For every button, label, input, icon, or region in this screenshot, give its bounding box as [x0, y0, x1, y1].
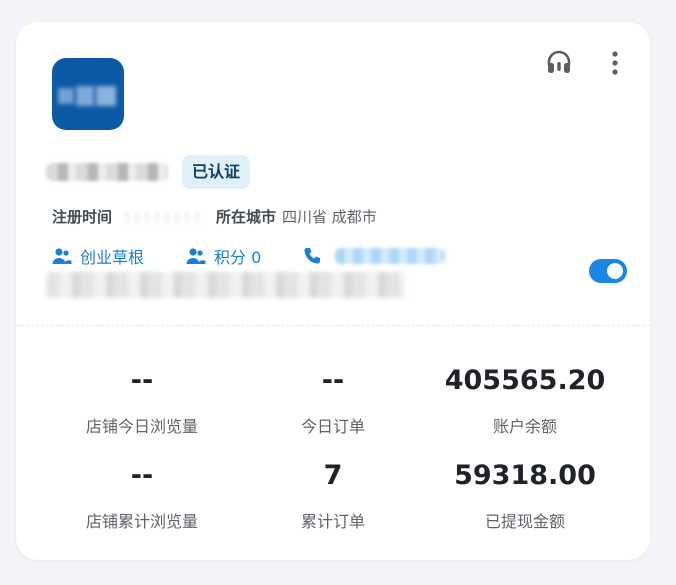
address-redacted	[46, 272, 406, 298]
stat-label: 累计订单	[300, 512, 365, 531]
stat-total-views: -- 店铺累计浏览量	[37, 458, 247, 532]
phone-icon	[304, 248, 321, 264]
verified-badge: 已认证	[182, 155, 251, 189]
stat-withdrawn: 59318.00 已提现金额	[420, 458, 630, 532]
tier-label: 创业草根	[80, 248, 145, 267]
stat-value: --	[130, 460, 154, 491]
stat-balance: 405565.20 账户余额	[420, 363, 630, 437]
card-actions	[544, 48, 630, 78]
shop-status-toggle[interactable]	[589, 259, 627, 283]
shop-logo	[52, 58, 124, 130]
points-link[interactable]: 积分 0	[186, 244, 261, 268]
stat-label: 店铺今日浏览量	[85, 417, 198, 436]
stat-label: 已提现金额	[484, 512, 565, 531]
stat-value: 59318.00	[454, 460, 596, 491]
phone-link[interactable]	[303, 247, 446, 265]
registered-label: 注册时间	[52, 208, 113, 226]
shop-links-row: 创业草根 积分 0	[52, 244, 446, 268]
users-icon	[186, 248, 206, 264]
stat-label: 账户余额	[492, 417, 557, 436]
shop-name-redacted	[46, 163, 168, 181]
more-vertical-icon[interactable]	[600, 48, 630, 78]
stat-today-views: -- 店铺今日浏览量	[37, 363, 247, 437]
stat-value: --	[321, 365, 345, 396]
stat-today-orders: -- 今日订单	[228, 363, 438, 437]
stat-total-orders: 7 累计订单	[228, 458, 438, 532]
stat-value: 405565.20	[444, 365, 606, 396]
section-divider	[16, 325, 650, 326]
users-icon	[52, 248, 72, 264]
phone-redacted	[335, 248, 446, 264]
stat-value: --	[130, 365, 154, 396]
headset-icon[interactable]	[544, 48, 574, 78]
shop-name-row: 已认证	[46, 155, 251, 189]
stat-value: 7	[323, 460, 343, 491]
registered-date-redacted	[124, 210, 205, 223]
points-label: 积分 0	[214, 248, 262, 267]
tier-link[interactable]: 创业草根	[52, 244, 144, 268]
city-label: 所在城市	[216, 208, 277, 226]
stat-label: 今日订单	[300, 417, 365, 436]
shop-info-row: 注册时间 所在城市 四川省 成都市	[52, 206, 377, 227]
stat-label: 店铺累计浏览量	[85, 512, 198, 531]
shop-profile-card: 已认证 注册时间 所在城市 四川省 成都市 创业草根 积分 0 -- 店铺今日浏…	[16, 22, 650, 560]
city-value: 四川省 成都市	[282, 208, 377, 226]
toggle-knob	[607, 263, 623, 279]
